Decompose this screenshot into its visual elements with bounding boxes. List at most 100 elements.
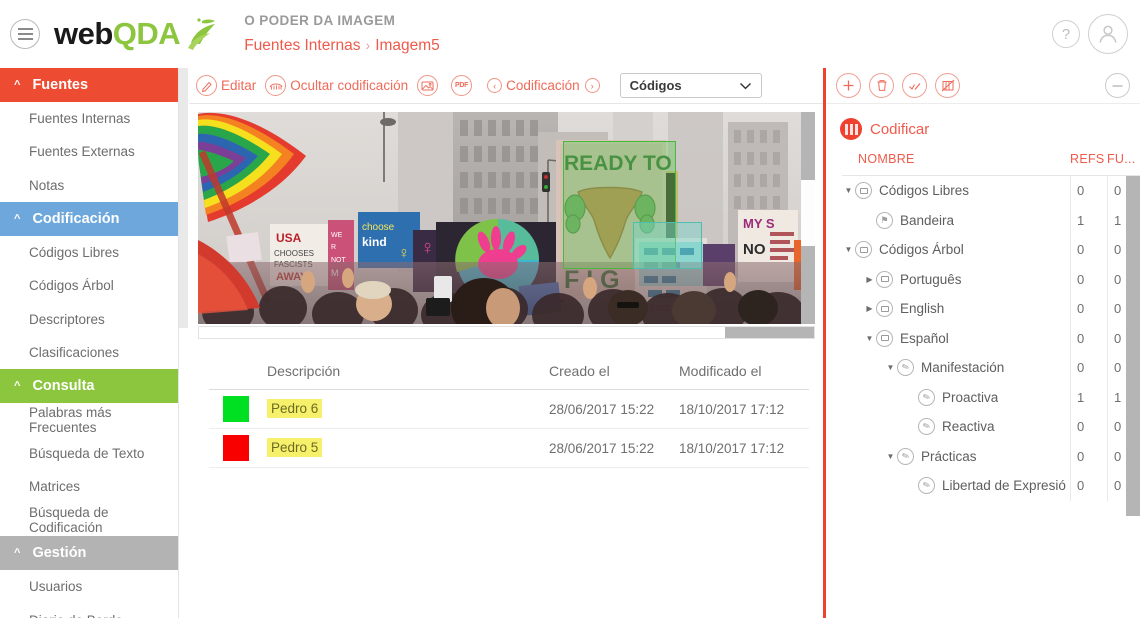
breadcrumb-item-fuentes-internas[interactable]: Fuentes Internas — [244, 37, 360, 54]
sidebar-item-fuentes-externas[interactable]: Fuentes Externas — [0, 135, 178, 169]
svg-text:♀: ♀ — [420, 237, 435, 259]
table-row[interactable]: Pedro 6 28/06/2017 15:22 18/10/2017 17:1… — [209, 390, 809, 429]
table-header-color — [209, 363, 267, 379]
merge-strike-icon[interactable] — [935, 73, 960, 98]
sidebar-item-matrices[interactable]: Matrices — [0, 469, 178, 503]
edit-check-icon[interactable] — [902, 73, 927, 98]
tree-node-refs: 0 — [1077, 448, 1085, 464]
tree-node[interactable]: ▼ Español 0 0 — [842, 323, 1140, 353]
caret-down-icon[interactable]: ▼ — [884, 452, 897, 461]
tree-node[interactable]: ⚑ Bandeira 1 1 — [842, 205, 1140, 235]
caret-down-icon[interactable]: ▼ — [842, 245, 855, 254]
sidebar-section-consulta[interactable]: ^ Consulta — [0, 369, 178, 404]
sidebar-item-diario-de-bordo[interactable]: Diario de Bordo — [0, 603, 178, 618]
sidebar-item-descriptores[interactable]: Descriptores — [0, 302, 178, 336]
tree-node-fu: 0 — [1114, 301, 1122, 317]
add-icon[interactable] — [836, 73, 861, 98]
tree-node-label: Proactiva — [942, 389, 999, 405]
tree-node[interactable]: ▶ English 0 0 — [842, 294, 1140, 324]
sidebar-item-label: Palabras más Frecuentes — [29, 404, 112, 435]
tree-node[interactable]: ✎ Reactiva 0 0 — [842, 412, 1140, 442]
tree-node[interactable]: ▼ ✎ Prácticas 0 0 — [842, 441, 1140, 471]
sidebar-item-palabras-mas-frecuentes[interactable]: Palabras más Frecuentes — [0, 403, 178, 437]
codificacion-nav[interactable]: ‹ Codificación › — [485, 78, 604, 93]
sidebar-item-codigos-arbol[interactable]: Códigos Árbol — [0, 269, 178, 303]
tree-node-refs: 0 — [1077, 301, 1085, 317]
tree-node-fu: 0 — [1114, 271, 1122, 287]
document-toolbar: Editar Ocultar codificación PDF ‹ Codifi… — [189, 68, 823, 104]
chevron-right-icon[interactable]: › — [584, 78, 600, 93]
chevron-down-icon — [739, 79, 752, 93]
help-icon[interactable]: ? — [1052, 20, 1080, 48]
tree-node[interactable]: ✎ Proactiva 1 1 — [842, 382, 1140, 412]
caret-right-icon[interactable]: ▶ — [863, 304, 876, 313]
table-row[interactable]: Pedro 5 28/06/2017 15:22 18/10/2017 17:1… — [209, 429, 809, 468]
tree-node[interactable]: ▼ ✎ Manifestación 0 0 — [842, 353, 1140, 383]
image-export-button[interactable] — [417, 75, 442, 96]
row-creado-cell: 28/06/2017 15:22 — [549, 440, 655, 456]
svg-text:choose: choose — [362, 222, 395, 233]
sidebar-scrollbar[interactable] — [179, 68, 188, 618]
image-vertical-scrollbar[interactable] — [801, 112, 815, 324]
sidebar-item-busqueda-de-texto[interactable]: Búsqueda de Texto — [0, 436, 178, 470]
tree-node[interactable]: ▼ Códigos Árbol 0 0 — [842, 235, 1140, 265]
caret-right-icon[interactable]: ▶ — [863, 275, 876, 284]
svg-text:CHOOSES: CHOOSES — [274, 249, 314, 258]
row-modificado-cell: 18/10/2017 17:12 — [679, 401, 785, 417]
codes-tree-scrollbar[interactable] — [1126, 176, 1140, 516]
tree-node-refs: 1 — [1077, 212, 1085, 228]
ocultar-label: Ocultar codificación — [290, 78, 409, 93]
codificar-header[interactable]: Codificar — [826, 104, 1140, 152]
delete-icon[interactable] — [869, 73, 894, 98]
image-vertical-scrollbar-thumb[interactable] — [801, 180, 815, 246]
code-icon: ✎ — [897, 359, 914, 377]
image-horizontal-scrollbar-thumb[interactable] — [725, 327, 814, 338]
caret-down-icon[interactable]: ▼ — [863, 334, 876, 343]
folder-icon — [876, 270, 893, 288]
webqda-application: webQDA O PODER DA IMAGEM Fuentes Interna… — [0, 0, 1140, 618]
tree-node[interactable]: ▶ Português 0 0 — [842, 264, 1140, 294]
sidebar-item-notas[interactable]: Notas — [0, 168, 178, 202]
sidebar-item-label: Búsqueda de Texto — [29, 445, 145, 461]
sidebar-item-usuarios[interactable]: Usuarios — [0, 570, 178, 604]
chevron-up-icon: ^ — [14, 547, 21, 560]
pdf-export-button[interactable]: PDF — [451, 75, 476, 96]
sidebar-item-label: Códigos Libres — [29, 245, 120, 261]
sidebar-section-fuentes[interactable]: ^ Fuentes — [0, 68, 178, 102]
codificacion-label: Codificación — [506, 78, 580, 93]
code-icon: ✎ — [918, 477, 935, 495]
tree-node-refs: 0 — [1077, 183, 1085, 199]
coding-selection-teal[interactable] — [633, 222, 702, 269]
image-viewer[interactable]: E 49 St — [198, 112, 815, 324]
caret-down-icon[interactable]: ▼ — [884, 363, 897, 372]
tree-node-refs: 0 — [1077, 419, 1085, 435]
coding-panel: Codificar NOMBRE REFS FU... ▼ Códigos Li… — [826, 68, 1140, 618]
svg-text:MY S: MY S — [743, 216, 775, 231]
sidebar-section-gestion[interactable]: ^ Gestión — [0, 536, 178, 571]
sidebar-item-clasificaciones[interactable]: Clasificaciones — [0, 335, 178, 370]
user-avatar-icon[interactable] — [1088, 14, 1128, 54]
breadcrumb-item-imagem5[interactable]: Imagem5 — [375, 37, 440, 54]
image-horizontal-scrollbar[interactable] — [198, 326, 815, 339]
row-descripcion-cell: Pedro 5 — [267, 438, 549, 457]
chevron-left-icon[interactable]: ‹ — [487, 78, 503, 93]
row-color-cell — [209, 396, 267, 422]
ocultar-codificacion-button[interactable]: Ocultar codificación — [265, 75, 408, 96]
sidebar-item-codigos-libres[interactable]: Códigos Libres — [0, 235, 178, 270]
sidebar-item-label: Fuentes Externas — [29, 144, 135, 160]
tree-node[interactable]: ▼ Códigos Libres 0 0 — [842, 176, 1140, 206]
sidebar-item-busqueda-de-codificacion[interactable]: Búsqueda de Codificación — [0, 502, 178, 537]
editar-button[interactable]: Editar — [196, 75, 256, 96]
sidebar-item-fuentes-internas[interactable]: Fuentes Internas — [0, 102, 178, 136]
page-titles: O PODER DA IMAGEM Fuentes Internas › Image… — [244, 13, 440, 55]
collapse-icon[interactable] — [1105, 73, 1130, 98]
hamburger-menu-icon[interactable] — [10, 19, 40, 49]
codificar-icon — [840, 118, 862, 140]
svg-text:WE: WE — [331, 232, 343, 239]
caret-down-icon[interactable]: ▼ — [842, 186, 855, 195]
image-viewer-container: E 49 St — [198, 112, 815, 324]
sidebar-section-codificacion[interactable]: ^ Codificación — [0, 201, 178, 236]
tree-node[interactable]: ✎ Libertad de Expresió 0 0 — [842, 471, 1140, 501]
codigos-dropdown[interactable]: Códigos — [619, 73, 762, 98]
sidebar-scrollbar-thumb[interactable] — [179, 68, 188, 328]
